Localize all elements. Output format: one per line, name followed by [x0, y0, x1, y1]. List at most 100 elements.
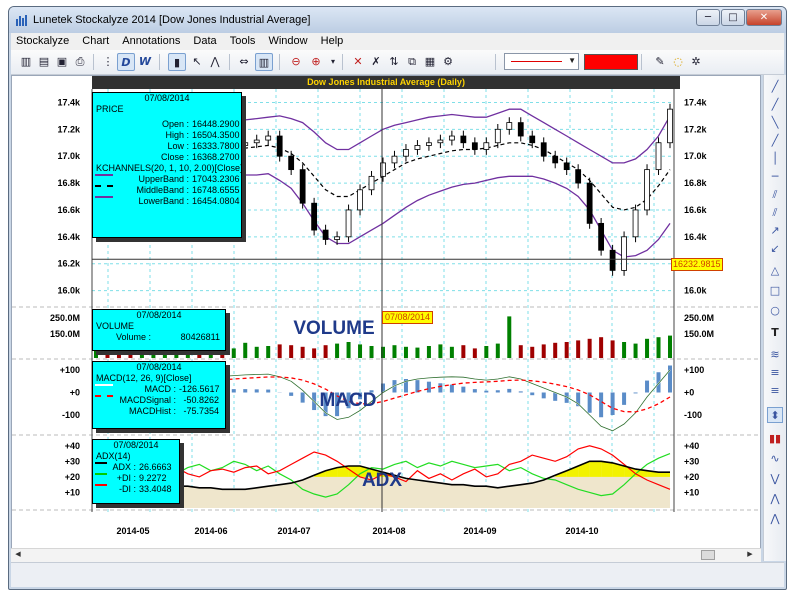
candle-body	[437, 139, 444, 144]
ray-tool-icon[interactable]: ╱	[767, 97, 783, 113]
settings-icon[interactable]: ⚙	[439, 53, 457, 71]
adx-y-tick-label-right: +10	[684, 487, 699, 497]
scroll-thumb[interactable]	[701, 550, 715, 560]
macd-histogram-bar	[472, 389, 477, 393]
adx-info-label: ADX(14)	[96, 451, 131, 461]
macd-y-tick-label-left: -100	[62, 410, 80, 420]
save-icon[interactable]: ▣	[53, 53, 71, 71]
zoom-out-icon[interactable]: ⊖	[287, 53, 305, 71]
macd-histogram-bar	[518, 391, 523, 393]
macd-y-tick-label-right: -100	[684, 410, 702, 420]
marker-tool-icon[interactable]: ⬍	[767, 407, 783, 423]
daily-icon[interactable]: D	[117, 53, 135, 71]
scroll-left-arrow[interactable]: ◀	[13, 550, 23, 560]
volume-bar	[312, 348, 317, 358]
volume-bar	[335, 343, 340, 358]
macd-histogram-bar	[645, 380, 650, 393]
scroll-right-arrow[interactable]: ▶	[745, 550, 755, 560]
adx-key: ADX :	[112, 462, 136, 472]
minimize-button[interactable]: ─	[696, 9, 720, 26]
gear-icon[interactable]: ✲	[687, 53, 705, 71]
volume-info-label: VOLUME	[96, 321, 135, 331]
alert-icon[interactable]: ⇅	[385, 53, 403, 71]
zoom-dropdown-icon[interactable]: ▾	[324, 53, 342, 71]
ohlc-key: Open :	[161, 119, 189, 129]
rectangle-tool-icon[interactable]: □	[767, 283, 783, 299]
line-style-select[interactable]: ▼	[504, 53, 579, 70]
pointer-icon[interactable]: ↖	[188, 53, 206, 71]
menu-annotations[interactable]: Annotations	[117, 33, 185, 50]
trend-icon[interactable]: ⋀	[206, 53, 224, 71]
parallel-icon[interactable]: ⫽	[767, 205, 783, 221]
volume-bar	[610, 340, 615, 358]
arrow-down-tool-icon[interactable]: ↙	[767, 241, 783, 257]
volume-icon[interactable]: ▥	[255, 53, 273, 71]
candle-body	[334, 236, 340, 240]
chart-list-icon[interactable]: ▤	[35, 53, 53, 71]
fibonacci-icon[interactable]: ≋	[767, 347, 783, 363]
macd-histogram-bar	[461, 386, 466, 393]
magic-icon[interactable]: ✎	[651, 53, 669, 71]
fib-arc-icon[interactable]: ≡	[767, 383, 783, 399]
drag-icon[interactable]: ⇔	[235, 53, 253, 71]
crosshair-icon[interactable]: ▮	[168, 53, 186, 71]
delete-drawing-icon[interactable]: ✕	[349, 53, 367, 71]
fib-fan-icon[interactable]: ≡	[767, 365, 783, 381]
clear-icon[interactable]: ✗	[367, 53, 385, 71]
zoom-in-icon[interactable]: ⊕	[307, 53, 325, 71]
segment-tool-icon[interactable]: ╲	[767, 115, 783, 131]
vertical-line-icon[interactable]: │	[767, 151, 783, 167]
wave-icon[interactable]: ∿	[767, 451, 783, 467]
macd-signal-swatch	[95, 395, 113, 397]
maximize-button[interactable]: □	[721, 9, 745, 26]
volume-bar	[495, 343, 500, 358]
menu-tools[interactable]: Tools	[225, 33, 261, 50]
arrow-tool-icon[interactable]: ↗	[767, 223, 783, 239]
x-axis-tick-label: 2014-08	[372, 526, 405, 536]
macd-histogram-bar	[426, 381, 431, 393]
chart-bars-icon[interactable]: ▥	[17, 53, 35, 71]
macd-histogram-bar	[599, 392, 604, 418]
menu-data[interactable]: Data	[188, 33, 221, 50]
cursor-date-label: 07/08/2014	[382, 311, 434, 324]
horizontal-scrollbar[interactable]: ◀ ▶	[11, 548, 761, 562]
macd-y-tick-label-right: +100	[684, 365, 704, 375]
volume-bar	[633, 343, 638, 358]
macd-histogram-bar	[289, 392, 294, 396]
elliott-icon[interactable]: ⋁	[767, 471, 783, 487]
menu-chart[interactable]: Chart	[77, 33, 114, 50]
print-icon[interactable]: ⎙	[71, 53, 89, 71]
chart-area[interactable]: 17.4k 17.4k 17.2k 17.2k 17.0k 17.0k 16.8k 16.8k…	[11, 75, 761, 561]
macd-y-tick-label-right: +0	[684, 388, 694, 398]
candle-body	[621, 236, 627, 271]
price-y-tick-label-right: 16.4k	[684, 232, 708, 242]
export-icon[interactable]: ▦	[421, 53, 439, 71]
adx-y-tick-label-left: +10	[65, 487, 80, 497]
channel-icon[interactable]: ⫽	[767, 187, 783, 203]
menu-window[interactable]: Window	[263, 33, 312, 50]
volume-bar	[392, 345, 397, 358]
zigzag-icon[interactable]: ⋀	[767, 491, 783, 507]
ellipse-tool-icon[interactable]: ○	[767, 303, 783, 319]
adx-strength-fill	[601, 461, 613, 477]
volume-bar	[530, 346, 535, 358]
menu-help[interactable]: Help	[316, 33, 349, 50]
idea-icon[interactable]: ◌	[669, 53, 687, 71]
close-button[interactable]: ✕	[746, 9, 782, 26]
weekly-icon[interactable]: W	[136, 53, 154, 71]
extended-line-icon[interactable]: ╱	[767, 133, 783, 149]
harmonic-icon[interactable]: ⋀	[767, 511, 783, 527]
line-tool-icon[interactable]: ╱	[767, 79, 783, 95]
adx-swatch	[95, 462, 107, 464]
volume-info-date: 07/08/2014	[136, 310, 182, 320]
triangle-tool-icon[interactable]: △	[767, 263, 783, 279]
line-color-swatch[interactable]	[584, 54, 638, 70]
volume-bar	[576, 340, 581, 358]
text-tool-icon[interactable]: T	[767, 325, 783, 341]
bar-marker-icon[interactable]: ▮▮	[767, 431, 783, 447]
adx-y-tick-label-right: +20	[684, 472, 699, 482]
macd-histogram-bar	[438, 383, 443, 393]
copy-icon[interactable]: ⧉	[403, 53, 421, 71]
horizontal-line-icon[interactable]: ─	[767, 169, 783, 185]
menu-stockalyze[interactable]: Stockalyze	[11, 33, 74, 50]
